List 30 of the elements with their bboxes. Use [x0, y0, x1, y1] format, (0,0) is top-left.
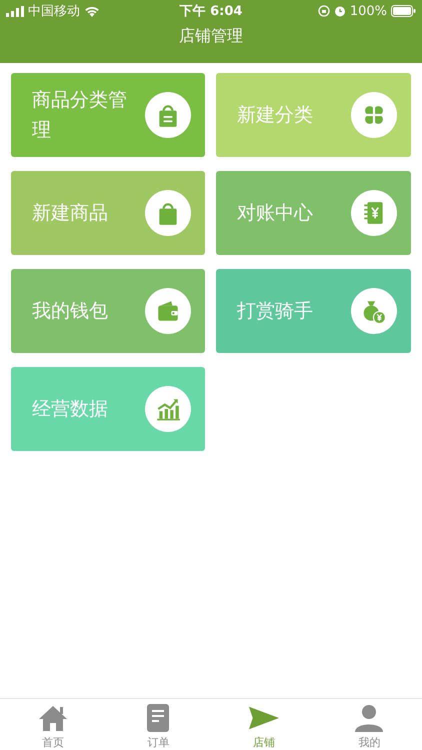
status-time: 下午 6:04	[180, 3, 242, 20]
tab-item[interactable]: 我的	[316, 699, 422, 750]
signal-icon	[6, 6, 24, 16]
carrier-name: 中国移动	[28, 3, 80, 20]
menu-tile[interactable]: 对账中心	[216, 171, 411, 255]
person-icon	[354, 704, 384, 732]
page-title: 店铺管理	[178, 25, 244, 47]
menu-tile[interactable]: 经营数据	[11, 367, 205, 451]
tile-label: 新建商品	[32, 201, 109, 226]
tile-label: 经营数据	[32, 397, 109, 422]
alarm-icon	[334, 5, 346, 17]
tile-label: 对账中心	[237, 201, 314, 226]
rotation-lock-icon	[318, 5, 330, 17]
tile-label: 打赏骑手	[237, 299, 314, 324]
tab-item[interactable]: 订单	[106, 699, 211, 750]
battery-icon	[391, 5, 416, 17]
tile-label: 新建分类	[237, 103, 314, 128]
wifi-icon	[84, 5, 100, 17]
tab-item[interactable]: 店铺	[211, 699, 316, 750]
menu-tile[interactable]: 新建分类	[216, 73, 411, 157]
tile-label: 商品分类管理	[32, 88, 128, 143]
battery-percent: 100%	[350, 4, 387, 18]
tile-label: 我的钱包	[32, 299, 109, 324]
house-icon	[38, 704, 68, 732]
menu-tile[interactable]: 我的钱包	[11, 269, 205, 353]
menu-tile[interactable]: 商品分类管理	[11, 73, 205, 157]
menu-tile[interactable]: 新建商品	[11, 171, 205, 255]
tab-item[interactable]: 首页	[0, 699, 106, 750]
menu-tile[interactable]: 打赏骑手	[216, 269, 411, 353]
send-arrow-icon	[248, 704, 279, 732]
